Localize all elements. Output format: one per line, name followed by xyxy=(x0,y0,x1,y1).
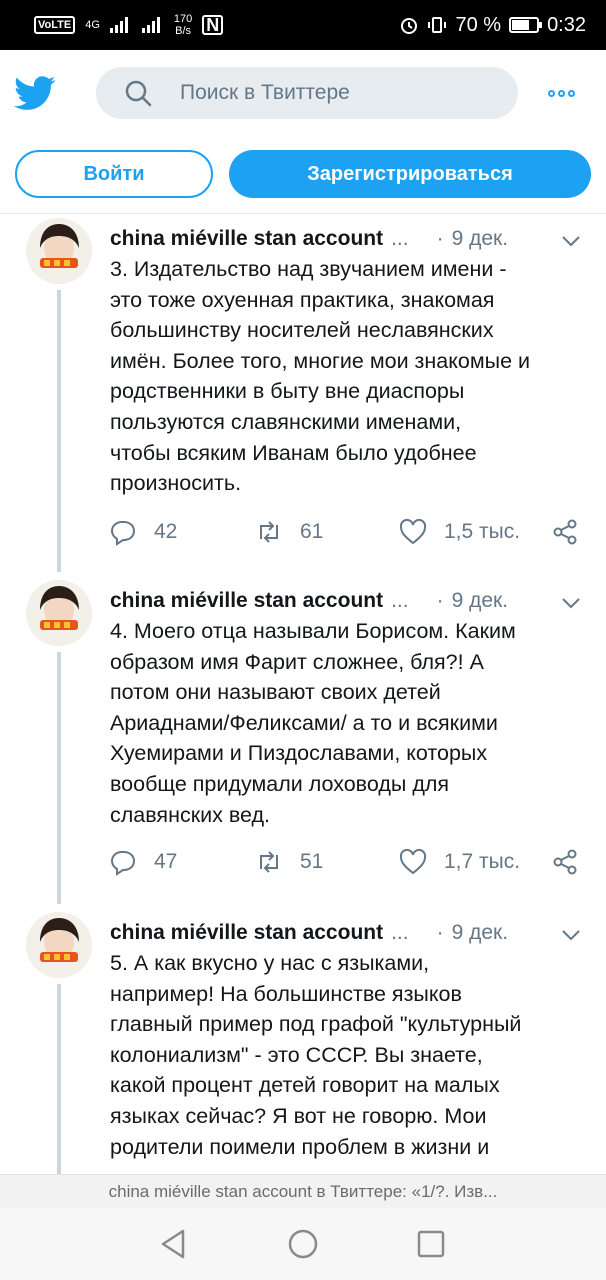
retweet-count: 51 xyxy=(300,850,324,873)
auth-buttons: Войти Зарегистрироваться xyxy=(0,150,606,200)
tweet-date[interactable]: 9 дек. xyxy=(452,921,508,945)
more-options-icon[interactable] xyxy=(548,89,575,97)
tweet-header: china miéville stan account ... · 9 дек. xyxy=(110,586,590,616)
tweet-text: 5. А как вкусно у нас с языками, наприме… xyxy=(110,951,522,1159)
share-button[interactable] xyxy=(550,514,580,550)
signup-button[interactable]: Зарегистрироваться xyxy=(229,150,591,198)
tweet-actions: 47 51 1,7 тыс. xyxy=(108,844,588,880)
like-button[interactable]: 1,5 тыс. xyxy=(398,514,520,550)
author-name[interactable]: china miéville stan account xyxy=(110,589,383,613)
vibrate-icon xyxy=(428,17,447,33)
name-truncation: ... xyxy=(391,227,409,250)
reply-count: 47 xyxy=(154,850,178,873)
signal-icon xyxy=(109,17,128,33)
system-navigation-bar xyxy=(0,1208,606,1280)
battery-icon xyxy=(509,17,543,33)
avatar[interactable] xyxy=(26,218,92,284)
tweet-date[interactable]: 9 дек. xyxy=(452,227,508,251)
nfc-icon: N xyxy=(202,15,224,35)
network-speed: 170 B/s xyxy=(173,13,193,37)
retweet-count: 61 xyxy=(300,520,324,543)
tweet[interactable]: china miéville stan account ... · 9 дек.… xyxy=(0,912,606,1174)
reply-icon xyxy=(110,521,136,546)
heart-icon xyxy=(399,848,427,875)
avatar[interactable] xyxy=(26,912,92,978)
reply-button[interactable]: 42 xyxy=(108,514,177,550)
chevron-down-icon[interactable] xyxy=(560,592,582,614)
author-name[interactable]: china miéville stan account xyxy=(110,227,383,251)
recent-apps-icon[interactable] xyxy=(417,1228,445,1260)
home-icon[interactable] xyxy=(287,1228,319,1260)
heart-icon xyxy=(399,518,427,545)
avatar[interactable] xyxy=(26,580,92,646)
tweet-text: 4. Моего отца называли Борисом. Каким об… xyxy=(110,619,516,827)
tweet-date[interactable]: 9 дек. xyxy=(452,589,508,613)
separator-dot: · xyxy=(436,921,444,944)
reply-icon xyxy=(110,851,136,876)
twitter-bird-icon[interactable] xyxy=(14,72,56,114)
tweet-text: 3. Издательство над звучанием имени - эт… xyxy=(110,257,531,496)
like-count: 1,5 тыс. xyxy=(444,520,521,543)
separator-dot: · xyxy=(436,589,444,612)
status-bar: VoLTE 4G 170 B/s N 70 % 0:32 xyxy=(0,0,606,50)
header: Поиск в Твиттере xyxy=(0,50,606,136)
header-divider xyxy=(0,213,606,214)
tweet-header: china miéville stan account ... · 9 дек. xyxy=(110,224,590,254)
back-icon[interactable] xyxy=(158,1228,188,1260)
retweet-button[interactable]: 51 xyxy=(254,844,323,880)
reply-button[interactable]: 47 xyxy=(108,844,177,880)
clock: 0:32 xyxy=(547,13,586,36)
retweet-icon xyxy=(260,521,278,543)
like-button[interactable]: 1,7 тыс. xyxy=(398,844,520,880)
login-button[interactable]: Войти xyxy=(15,150,213,198)
search-placeholder: Поиск в Твиттере xyxy=(180,81,350,104)
share-icon xyxy=(553,519,577,545)
search-input[interactable]: Поиск в Твиттере xyxy=(96,67,518,119)
name-truncation: ... xyxy=(391,921,409,944)
tweet[interactable]: china miéville stan account ... · 9 дек.… xyxy=(0,218,606,568)
alarm-icon xyxy=(401,18,418,34)
like-count: 1,7 тыс. xyxy=(444,850,521,873)
retweet-icon xyxy=(260,851,278,873)
reply-count: 42 xyxy=(154,520,178,543)
author-name[interactable]: china miéville stan account xyxy=(110,921,383,945)
share-button[interactable] xyxy=(550,844,580,880)
volte-indicator: VoLTE xyxy=(34,16,76,34)
tweet-header: china miéville stan account ... · 9 дек. xyxy=(110,918,590,948)
name-truncation: ... xyxy=(391,589,409,612)
tweet[interactable]: china miéville stan account ... · 9 дек.… xyxy=(0,580,606,900)
separator-dot: · xyxy=(436,227,444,250)
page-title-bar[interactable]: china miéville stan account в Твиттере: … xyxy=(0,1174,606,1208)
retweet-button[interactable]: 61 xyxy=(254,514,323,550)
network-type: 4G xyxy=(85,19,100,31)
signal-icon-2 xyxy=(141,17,160,33)
chevron-down-icon[interactable] xyxy=(560,230,582,252)
battery-percent: 70 % xyxy=(455,13,502,36)
share-icon xyxy=(553,849,577,875)
tweet-actions: 42 61 1,5 тыс. xyxy=(108,514,588,550)
chevron-down-icon[interactable] xyxy=(560,924,582,946)
search-icon xyxy=(125,80,152,107)
